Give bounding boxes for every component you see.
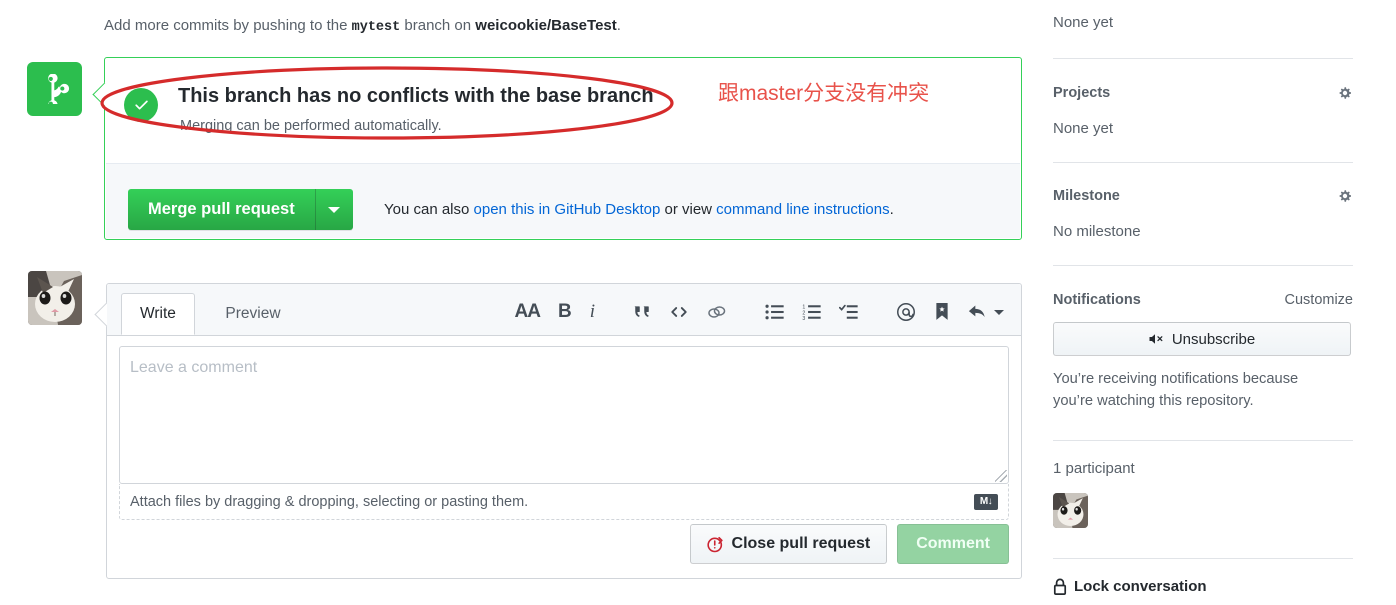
open-in-github-desktop-link[interactable]: open this in GitHub Desktop xyxy=(474,201,661,218)
milestone-title: Milestone xyxy=(1053,188,1120,204)
gear-icon-milestone[interactable] xyxy=(1337,188,1353,204)
tab-preview[interactable]: Preview xyxy=(203,293,303,335)
sidebar: None yet Projects None yet Milestone No … xyxy=(1053,0,1353,605)
alt-prefix: You can also xyxy=(384,201,474,218)
svg-text:3: 3 xyxy=(802,316,805,320)
merge-status-subtitle: Merging can be performed automatically. xyxy=(180,118,442,134)
divider-4 xyxy=(1053,440,1353,441)
comment-tabnav: Write Preview AA B i 1 2 3 xyxy=(107,284,1021,336)
attach-files-text: Attach files by dragging & dropping, sel… xyxy=(130,493,529,510)
code-icon[interactable] xyxy=(660,303,698,321)
close-pull-request-button[interactable]: Close pull request xyxy=(689,524,888,564)
markdown-badge-icon[interactable]: M↓ xyxy=(974,493,998,510)
cat-avatar-image-participant xyxy=(1053,493,1088,528)
notifications-customize-link[interactable]: Customize xyxy=(1285,292,1354,308)
markdown-toolbar: AA B i 1 2 3 xyxy=(506,294,1013,330)
participant-avatar[interactable] xyxy=(1053,493,1088,528)
merge-alternatives-text: You can also open this in GitHub Desktop… xyxy=(384,201,894,218)
projects-title: Projects xyxy=(1053,85,1111,101)
issue-closed-icon xyxy=(706,536,723,552)
unsubscribe-button-wrap: Unsubscribe xyxy=(1053,312,1351,356)
alt-suffix: . xyxy=(889,201,894,218)
annotation-chinese-text: 跟master分支没有冲突 xyxy=(718,82,930,105)
gear-icon-projects[interactable] xyxy=(1337,85,1353,101)
github-pull-request-page: Add more commits by pushing to the mytes… xyxy=(0,0,1396,605)
chevron-down-icon xyxy=(328,206,341,213)
alt-middle: or view xyxy=(660,201,717,218)
lock-icon xyxy=(1053,578,1067,595)
unordered-list-icon[interactable] xyxy=(756,304,793,320)
participants-count: 1 participant xyxy=(1053,460,1135,477)
ordered-list-icon[interactable]: 123 xyxy=(793,304,830,320)
unsubscribe-label: Unsubscribe xyxy=(1171,330,1256,348)
push-note-middle: branch on xyxy=(400,17,476,34)
comment-submit-button[interactable]: Comment xyxy=(897,524,1009,564)
branch-name: mytest xyxy=(351,20,401,35)
divider-1 xyxy=(1053,58,1353,59)
milestone-value: No milestone xyxy=(1053,223,1141,240)
projects-value: None yet xyxy=(1053,120,1114,137)
merge-pull-request-button[interactable]: Merge pull request xyxy=(128,189,315,230)
link-icon[interactable] xyxy=(698,303,736,321)
push-more-commits-note: Add more commits by pushing to the mytes… xyxy=(104,17,621,35)
divider-3 xyxy=(1053,265,1353,266)
heading-icon[interactable]: AA xyxy=(506,301,549,323)
repository-name: weicookie/BaseTest xyxy=(475,17,617,34)
saved-reply-icon[interactable] xyxy=(959,303,994,321)
comment-author-avatar[interactable] xyxy=(28,271,82,325)
divider-5 xyxy=(1053,558,1353,559)
check-icon xyxy=(135,100,148,110)
mute-icon xyxy=(1149,334,1163,344)
merge-status-check-badge xyxy=(124,88,158,122)
assignees-value: None yet xyxy=(1053,14,1114,31)
bold-icon[interactable]: B xyxy=(549,301,581,323)
mention-icon[interactable] xyxy=(887,302,925,322)
attach-files-bar[interactable]: Attach files by dragging & dropping, sel… xyxy=(119,484,1009,520)
quote-icon[interactable] xyxy=(624,303,660,321)
tab-write[interactable]: Write xyxy=(121,293,195,335)
reference-icon[interactable] xyxy=(925,303,959,321)
git-merge-icon xyxy=(47,74,69,104)
cat-avatar-image xyxy=(28,271,82,325)
notifications-title: Notifications xyxy=(1053,292,1141,308)
main-column: Add more commits by pushing to the mytes… xyxy=(0,0,1024,605)
task-list-icon[interactable] xyxy=(830,304,867,320)
lock-conversation-button[interactable]: Lock conversation xyxy=(1053,578,1207,595)
divider-2 xyxy=(1053,162,1353,163)
notifications-note: You’re receiving notifications because y… xyxy=(1053,371,1299,410)
lock-conversation-label: Lock conversation xyxy=(1074,578,1207,595)
comment-textarea[interactable]: Leave a comment xyxy=(119,346,1009,484)
merge-box-footer: Merge pull request You can also open thi… xyxy=(106,164,1020,238)
milestone-section-header: Milestone xyxy=(1053,188,1353,204)
merge-button-group[interactable]: Merge pull request xyxy=(128,189,353,230)
projects-section-header: Projects xyxy=(1053,85,1353,101)
merge-status-title: This branch has no conflicts with the ba… xyxy=(178,85,654,107)
comment-form-actions: Close pull request Comment xyxy=(689,524,1009,564)
textarea-resize-handle[interactable] xyxy=(995,470,1007,482)
italic-icon[interactable]: i xyxy=(581,301,604,323)
saved-reply-caret-icon[interactable] xyxy=(994,309,1013,315)
push-note-suffix: . xyxy=(616,17,621,34)
git-merge-badge xyxy=(27,62,82,116)
merge-dropdown-button[interactable] xyxy=(314,189,353,230)
unsubscribe-button[interactable]: Unsubscribe xyxy=(1053,322,1351,356)
push-note-prefix: Add more commits by pushing to the xyxy=(104,17,352,34)
comment-textarea-wrapper: Leave a comment xyxy=(119,346,1009,484)
close-pull-request-label: Close pull request xyxy=(731,535,871,552)
comment-form: Write Preview AA B i 1 2 3 Leave a comme… xyxy=(106,283,1022,579)
notifications-section-header: Notifications Customize xyxy=(1053,292,1353,308)
command-line-instructions-link[interactable]: command line instructions xyxy=(716,201,889,218)
